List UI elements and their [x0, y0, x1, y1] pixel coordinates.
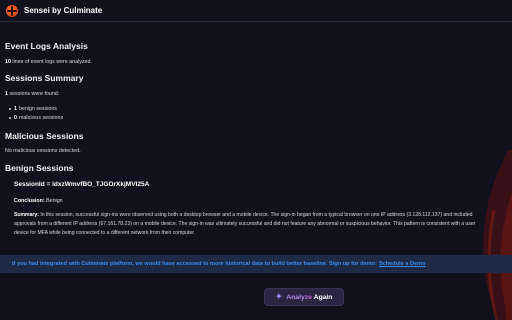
- list-item-count: 1: [14, 105, 17, 112]
- event-logs-heading: Event Logs Analysis: [5, 41, 88, 51]
- app-header: Sensei by Culminate: [0, 0, 512, 22]
- sparkle-icon: ✦: [275, 292, 283, 301]
- analyze-again-label: Analyze Again: [286, 294, 332, 301]
- summary-line-1: Summary: In this session, successful sig…: [14, 211, 512, 220]
- summary-line-3: device for MFA while being connected to …: [14, 230, 196, 236]
- analyze-again-label-part3: Again: [313, 293, 333, 301]
- list-item-label: benign sessions: [18, 105, 57, 112]
- list-item-count: 0: [14, 114, 17, 121]
- event-logs-desc: lines of event logs were analyzed.: [12, 59, 92, 65]
- banner-text: If you had integrated with Culminate pla…: [12, 261, 426, 267]
- banner-message: If you had integrated with Culminate pla…: [12, 261, 377, 267]
- analyze-again-label-part1: Analy: [286, 293, 305, 301]
- sessions-found-desc: sessions were found:: [9, 91, 60, 97]
- sessions-summary-heading: Sessions Summary: [5, 73, 84, 83]
- analyze-again-label-part2: ze: [304, 293, 314, 301]
- malicious-sessions-text: No malicious sessions detected.: [5, 148, 81, 154]
- conclusion-label: Conclusion:: [14, 198, 45, 204]
- session-id: SessionId = ldxzWmvfBO_TJGOrXkjMVI25A: [14, 181, 150, 188]
- conclusion-line: Conclusion: Benign: [14, 198, 63, 204]
- malicious-sessions-heading: Malicious Sessions: [5, 131, 84, 141]
- basketball-logo-icon: [6, 4, 18, 17]
- summary-line-2: approvals from a different IP address (6…: [14, 221, 476, 227]
- event-logs-count: 10: [5, 59, 11, 65]
- sessions-found-text: 1 sessions were found:: [5, 91, 59, 97]
- benign-sessions-heading: Benign Sessions: [5, 163, 74, 173]
- summary-label: Summary:: [14, 212, 39, 218]
- app-title: Sensei by Culminate: [24, 6, 103, 15]
- list-item: 0 malicious sessions: [9, 113, 63, 122]
- sessions-list: 1 benign sessions 0 malicious sessions: [5, 104, 63, 122]
- conclusion-value: Benign: [46, 198, 63, 204]
- summary-text-1: In this session, successful sign-ins wer…: [40, 212, 473, 218]
- integration-banner: If you had integrated with Culminate pla…: [0, 255, 512, 273]
- sessions-found-count: 1: [5, 91, 8, 97]
- list-item-label: malicious sessions: [18, 114, 64, 121]
- event-logs-text: 10 lines of event logs were analyzed.: [5, 59, 92, 65]
- list-item: 1 benign sessions: [9, 104, 63, 113]
- analyze-again-button[interactable]: ✦ Analyze Again: [264, 288, 344, 306]
- summary-block: Summary: In this session, successful sig…: [14, 211, 512, 238]
- schedule-demo-link[interactable]: Schedule a Demo: [379, 261, 426, 267]
